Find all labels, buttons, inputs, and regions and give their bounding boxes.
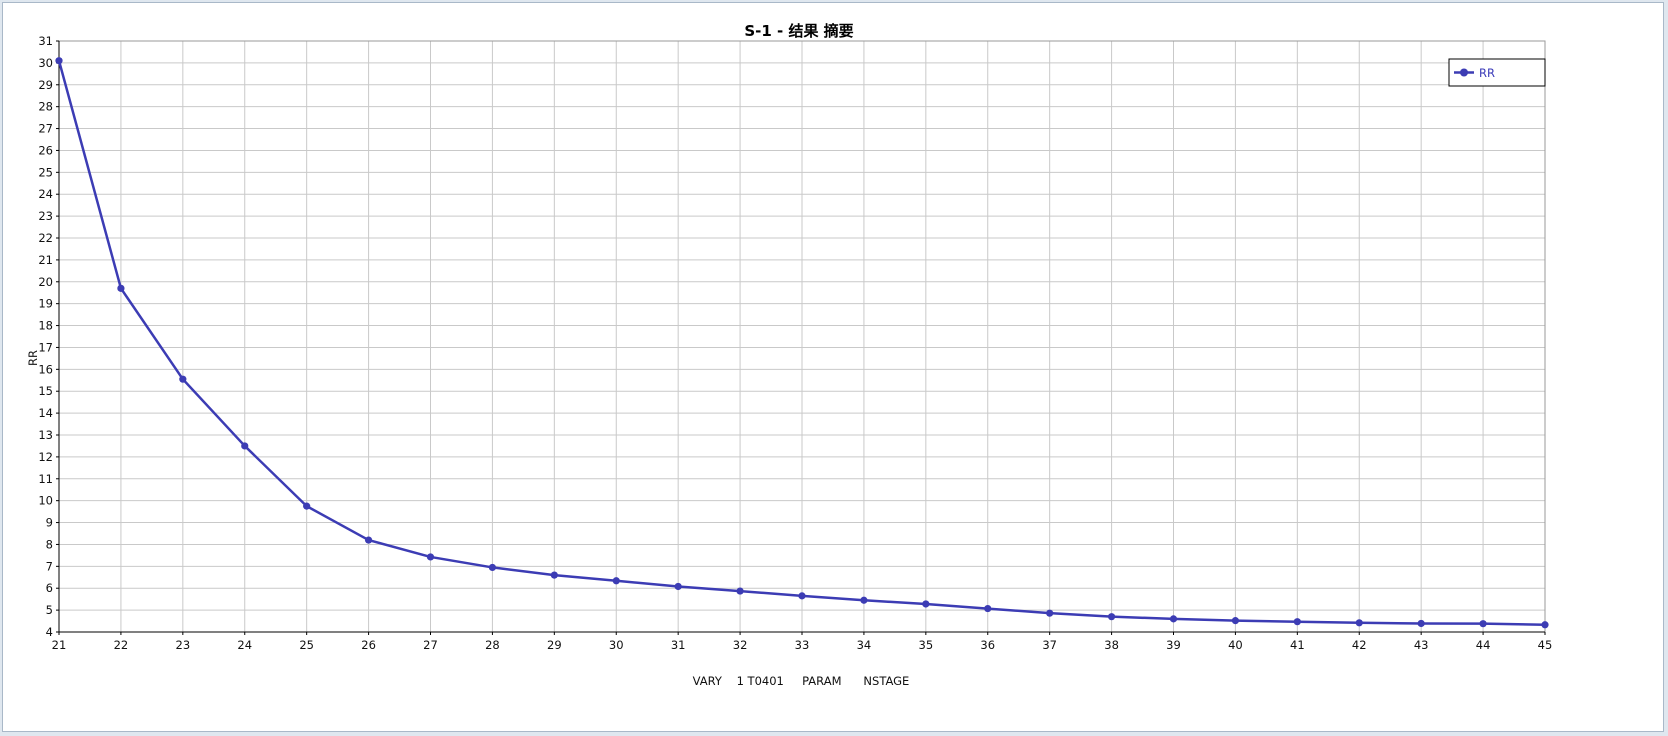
y-tick-label: 13: [38, 428, 53, 442]
y-tick-label: 6: [46, 581, 53, 595]
data-point: [1107, 613, 1116, 621]
data-point: [364, 536, 373, 544]
data-point: [1169, 615, 1178, 623]
y-tick-label: 7: [46, 559, 53, 573]
x-tick-label: 31: [671, 638, 686, 652]
x-tick-label: 26: [361, 638, 376, 652]
y-tick-label: 5: [46, 603, 53, 617]
x-tick-label: 23: [176, 638, 191, 652]
chart: S-1 - 结果 摘要 21 22 23 24 25 26 27 28 29 30 31 32 33 34…: [26, 22, 1552, 688]
x-tick-label: 39: [1166, 638, 1181, 652]
y-tick-label: 18: [38, 319, 53, 333]
chart-window: S-1 - 结果 摘要 21 22 23 24 25 26 27 28 29 30 31 32 33 34…: [2, 2, 1664, 732]
y-tick-label: 30: [38, 56, 53, 70]
y-tick-label: 14: [38, 406, 53, 420]
x-tick-label: 37: [1042, 638, 1057, 652]
y-tick-label: 12: [38, 450, 53, 464]
x-tick-label: 40: [1228, 638, 1243, 652]
data-point: [674, 582, 682, 591]
y-tick-label: 28: [38, 100, 53, 114]
y-tick-label: 25: [38, 165, 53, 179]
data-point: [1355, 619, 1363, 627]
data-point: [55, 57, 63, 65]
y-tick-label: 29: [38, 78, 53, 92]
data-point: [303, 502, 311, 510]
data-point: [550, 571, 558, 579]
x-tick-label: 25: [299, 638, 314, 652]
data-point: [426, 553, 435, 561]
data-point: [1231, 617, 1240, 625]
y-tick-label: 16: [38, 362, 53, 376]
y-tick-label: 8: [46, 537, 53, 551]
x-axis-title: VARY 1 T0401 PARAM NSTAGE: [693, 674, 910, 688]
data-point: [1541, 621, 1549, 629]
x-tick-label: 28: [485, 638, 500, 652]
legend: RR: [1448, 58, 1546, 87]
data-point: [1479, 620, 1487, 628]
y-tick-label: 11: [38, 472, 53, 486]
x-tick-label: 38: [1104, 638, 1119, 652]
x-tick-label: 21: [52, 638, 67, 652]
axes: 21 22 23 24 25 26 27 28 29 30 31 32 33 34 35 36 37 38 39 40…: [38, 34, 1552, 652]
y-tick-label: 24: [38, 187, 53, 201]
y-tick-label: 27: [38, 122, 53, 136]
data-point: [922, 600, 930, 608]
x-tick-label: 36: [980, 638, 995, 652]
data-point: [736, 587, 744, 595]
y-tick-label: 23: [38, 209, 53, 223]
data-point: [179, 375, 187, 383]
x-tick-label: 44: [1476, 638, 1491, 652]
y-tick-label: 31: [38, 34, 53, 48]
x-tick-label: 30: [609, 638, 624, 652]
x-tick-label: 24: [237, 638, 252, 652]
data-point: [488, 563, 497, 572]
x-tick-label: 42: [1352, 638, 1367, 652]
x-tick-label: 41: [1290, 638, 1305, 652]
x-tick-label: 22: [114, 638, 129, 652]
legend-label: RR: [1479, 66, 1495, 80]
y-tick-label: 4: [46, 625, 53, 639]
data-point: [241, 442, 249, 450]
x-tick-label: 35: [919, 638, 934, 652]
x-tick-label: 34: [857, 638, 872, 652]
y-tick-label: 9: [46, 516, 53, 530]
data-point: [1293, 618, 1301, 626]
x-tick-label: 32: [733, 638, 748, 652]
x-tick-label: 27: [423, 638, 438, 652]
x-tick-label: 33: [795, 638, 810, 652]
data-point: [1417, 619, 1425, 628]
y-tick-label: 26: [38, 143, 53, 157]
data-point: [117, 284, 125, 292]
y-tick-label: 19: [38, 297, 53, 311]
data-point: [1046, 609, 1054, 617]
x-tick-label: 29: [547, 638, 562, 652]
legend-series-marker: [1460, 68, 1468, 77]
data-point: [984, 604, 992, 613]
y-tick-label: 22: [38, 231, 53, 245]
y-tick-label: 15: [38, 384, 53, 398]
chart-title: S-1 - 结果 摘要: [744, 22, 853, 40]
y-tick-label: 20: [38, 275, 53, 289]
data-point: [798, 592, 806, 600]
y-tick-label: 10: [38, 494, 53, 508]
data-point: [612, 577, 620, 585]
grid: [58, 40, 1546, 633]
y-tick-label: 21: [38, 253, 53, 267]
x-tick-label: 45: [1538, 638, 1553, 652]
y-axis-title: RR: [26, 350, 40, 366]
data-point: [860, 596, 868, 604]
x-tick-label: 43: [1414, 638, 1429, 652]
y-tick-label: 17: [38, 340, 53, 354]
